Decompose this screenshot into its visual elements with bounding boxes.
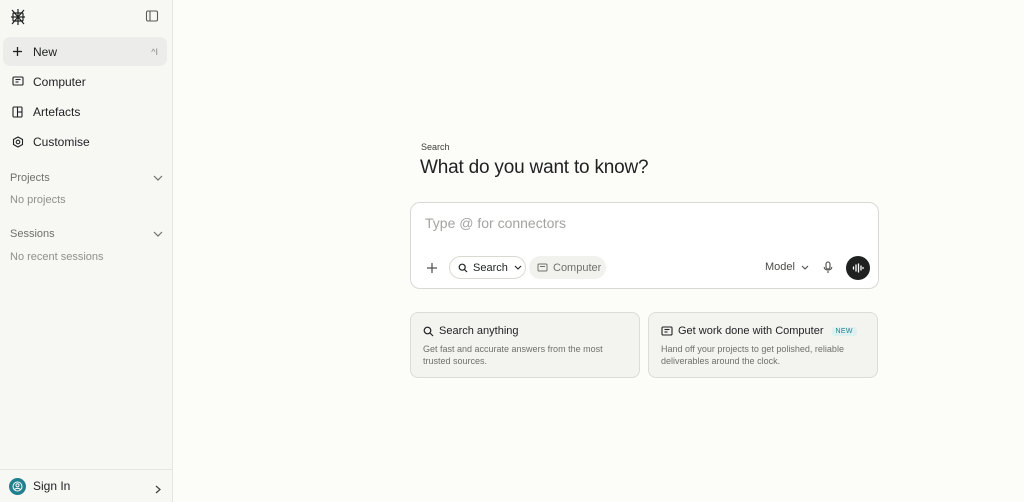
projects-section-header[interactable]: Projects [10, 170, 163, 186]
waveform-icon [852, 263, 864, 273]
avatar [9, 477, 26, 495]
projects-empty: No projects [10, 194, 66, 206]
sidebar-item-label: Artefacts [33, 104, 81, 119]
card-description: Hand off your projects to get polished, … [661, 344, 844, 366]
sidebar-item-computer[interactable]: Computer [3, 67, 167, 96]
mode-label: Search [421, 142, 450, 152]
model-selector[interactable]: Model [765, 261, 809, 273]
computer-icon [661, 325, 673, 337]
sidebar-collapse-icon[interactable] [145, 9, 159, 23]
card-description: Get fast and accurate answers from the m… [423, 344, 603, 366]
sidebar-item-label: New [33, 44, 58, 59]
chevron-down-icon [514, 265, 522, 270]
artefacts-icon [11, 105, 24, 118]
card-computer[interactable]: Get work done with Computer NEW Hand off… [648, 312, 878, 378]
sidebar-item-customise[interactable]: Customise [3, 127, 167, 156]
sidebar: New ^I Computer Artefacts Customise Proj… [0, 0, 173, 502]
chevron-down-icon [801, 265, 809, 270]
sidebar-item-artefacts[interactable]: Artefacts [3, 97, 167, 126]
chevron-down-icon [153, 228, 163, 240]
shortcut-hint: ^I [151, 46, 158, 57]
chevron-down-icon [153, 172, 163, 184]
sidebar-item-label: Computer [33, 74, 86, 89]
query-input[interactable] [425, 213, 855, 233]
search-mode-button[interactable]: Search [449, 256, 526, 279]
search-icon [423, 326, 434, 337]
customise-icon [11, 135, 24, 148]
sessions-title: Sessions [10, 228, 55, 240]
model-label: Model [765, 261, 795, 273]
new-badge: NEW [831, 326, 857, 336]
voice-mode-button[interactable] [846, 256, 870, 280]
sessions-empty: No recent sessions [10, 251, 104, 263]
computer-icon [11, 75, 24, 88]
card-title: Get work done with Computer [678, 325, 824, 337]
chevron-right-icon [155, 481, 161, 499]
sessions-section-header[interactable]: Sessions [10, 226, 163, 242]
logo-icon[interactable] [9, 8, 27, 26]
search-mode-label: Search [473, 261, 508, 274]
card-title: Search anything [439, 325, 519, 337]
plus-icon [11, 45, 24, 58]
sign-in-label: Sign In [33, 479, 71, 493]
card-search-anything[interactable]: Search anything Get fast and accurate an… [410, 312, 640, 378]
sign-in-button[interactable]: Sign In [0, 469, 173, 502]
computer-mode-button[interactable]: Computer [529, 256, 606, 279]
sidebar-item-label: Customise [33, 134, 90, 149]
page-title: What do you want to know? [420, 157, 649, 178]
sidebar-item-new[interactable]: New ^I [3, 37, 167, 66]
projects-title: Projects [10, 172, 50, 184]
composer: Search Computer Model [410, 202, 879, 289]
computer-mode-label: Computer [553, 261, 602, 274]
computer-icon [537, 263, 548, 273]
search-icon [458, 263, 468, 273]
microphone-icon[interactable] [823, 261, 833, 274]
attach-plus-icon[interactable] [425, 261, 439, 275]
